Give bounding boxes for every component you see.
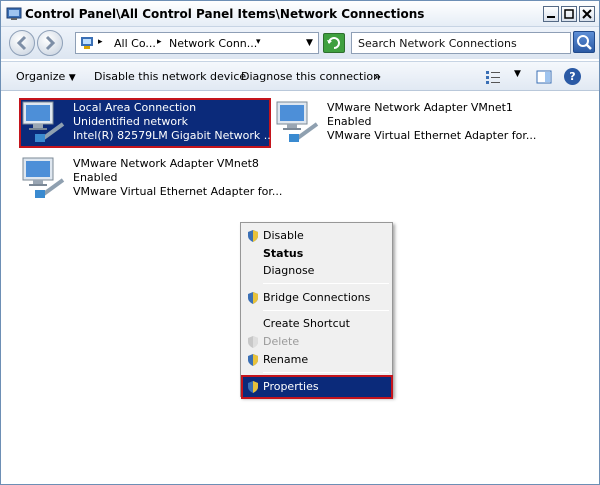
network-adapter-icon <box>276 101 319 142</box>
breadcrumb-network-connections[interactable]: Network Conn... <box>169 37 257 50</box>
connection-name: VMware Network Adapter VMnet8 <box>73 157 259 170</box>
refresh-icon <box>327 37 340 49</box>
network-folder-icon <box>6 7 22 20</box>
minimize-button[interactable] <box>543 6 559 22</box>
refresh-button[interactable] <box>323 33 345 53</box>
connection-status: Enabled <box>327 115 372 128</box>
chevron-down-icon: ▼ <box>68 73 76 83</box>
breadcrumb-chevron-icon[interactable]: ▸ <box>157 37 162 47</box>
change-view-icon[interactable] <box>485 69 501 85</box>
view-options-dropdown-icon[interactable]: ▼ <box>514 69 521 79</box>
menu-item-label: Properties <box>263 380 319 393</box>
network-adapter-icon <box>22 157 65 198</box>
close-icon <box>582 9 592 19</box>
preview-pane-icon[interactable] <box>536 69 552 85</box>
menu-item-diagnose[interactable]: Diagnose <box>243 261 391 281</box>
breadcrumb-chevron-icon[interactable]: ▸ <box>98 37 103 47</box>
search-placeholder: Search Network Connections <box>358 37 517 50</box>
menu-item-create-shortcut[interactable]: Create Shortcut <box>243 314 391 334</box>
connection-status: Enabled <box>73 171 118 184</box>
control-panel-icon <box>81 37 93 49</box>
address-bar[interactable]: ▸ All Co... ▸ Network Conn... ▾ ▼ <box>75 32 319 54</box>
organize-button[interactable]: Organize ▼ <box>16 70 76 83</box>
breadcrumb-chevron-icon[interactable]: ▾ <box>256 37 261 47</box>
shield-icon <box>248 292 258 304</box>
menu-item-label: Rename <box>263 353 309 366</box>
help-button[interactable]: ? <box>564 68 581 85</box>
connections-list: Local Area Connection Unidentified netwo… <box>1 92 599 484</box>
title-bar[interactable]: Control Panel\All Control Panel Items\Ne… <box>1 1 599 27</box>
window-title: Control Panel\All Control Panel Items\Ne… <box>25 7 425 21</box>
menu-separator <box>263 372 389 373</box>
menu-separator <box>263 310 389 311</box>
connection-device: VMware Virtual Ethernet Adapter for... <box>327 129 537 142</box>
maximize-icon <box>564 9 574 19</box>
menu-item-label: Delete <box>263 335 300 348</box>
back-arrow-icon <box>16 35 27 51</box>
menu-item-bridge-connections[interactable]: Bridge Connections <box>243 288 391 308</box>
shield-icon <box>248 354 258 366</box>
forward-arrow-icon <box>45 35 56 51</box>
address-row: ▸ All Co... ▸ Network Conn... ▾ ▼ Search… <box>1 27 599 59</box>
menu-item-label: Status <box>263 247 304 260</box>
context-menu: Disable Status Diagnose Bridge Connectio… <box>240 222 393 399</box>
back-button[interactable] <box>9 30 35 56</box>
address-dropdown-icon[interactable]: ▼ <box>306 38 313 48</box>
shield-icon <box>248 336 258 348</box>
connection-item-local-area[interactable]: Local Area Connection Unidentified netwo… <box>19 98 274 148</box>
connection-device: VMware Virtual Ethernet Adapter for... <box>73 185 283 198</box>
search-icon <box>577 35 592 50</box>
menu-item-label: Disable <box>263 229 304 242</box>
shield-icon <box>248 230 258 242</box>
minimize-icon <box>547 16 555 18</box>
network-adapter-icon <box>22 101 65 142</box>
menu-item-label: Bridge Connections <box>263 291 371 304</box>
close-button[interactable] <box>579 6 595 22</box>
search-button[interactable] <box>573 31 595 53</box>
menu-item-label: Diagnose <box>263 264 315 277</box>
shield-icon <box>248 381 258 393</box>
menu-item-label: Create Shortcut <box>263 317 350 330</box>
menu-separator <box>263 283 389 284</box>
connection-device: Intel(R) 82579LM Gigabit Network ... <box>73 129 275 142</box>
connection-name: Local Area Connection <box>73 101 197 114</box>
network-connections-window: Control Panel\All Control Panel Items\Ne… <box>0 0 600 485</box>
connection-item-vmnet1[interactable]: VMware Network Adapter VMnet1 Enabled VM… <box>275 100 575 146</box>
diagnose-connection-button[interactable]: Diagnose this connection <box>241 70 380 83</box>
menu-item-properties[interactable]: Properties <box>241 375 393 399</box>
connection-status: Unidentified network <box>73 115 189 128</box>
organize-label: Organize <box>16 70 66 83</box>
connection-name: VMware Network Adapter VMnet1 <box>327 101 513 114</box>
menu-item-disable[interactable]: Disable <box>243 226 391 246</box>
connection-item-vmnet8[interactable]: VMware Network Adapter VMnet8 Enabled VM… <box>21 156 282 202</box>
search-input[interactable]: Search Network Connections <box>351 32 571 54</box>
disable-device-button[interactable]: Disable this network device <box>94 70 246 83</box>
menu-item-delete: Delete <box>243 332 391 352</box>
forward-button[interactable] <box>37 30 63 56</box>
more-commands-button[interactable]: » <box>374 70 381 83</box>
command-bar: Organize ▼ Disable this network device D… <box>1 61 599 91</box>
maximize-button[interactable] <box>561 6 577 22</box>
breadcrumb-all-items[interactable]: All Co... <box>114 37 156 50</box>
menu-item-rename[interactable]: Rename <box>243 350 391 370</box>
